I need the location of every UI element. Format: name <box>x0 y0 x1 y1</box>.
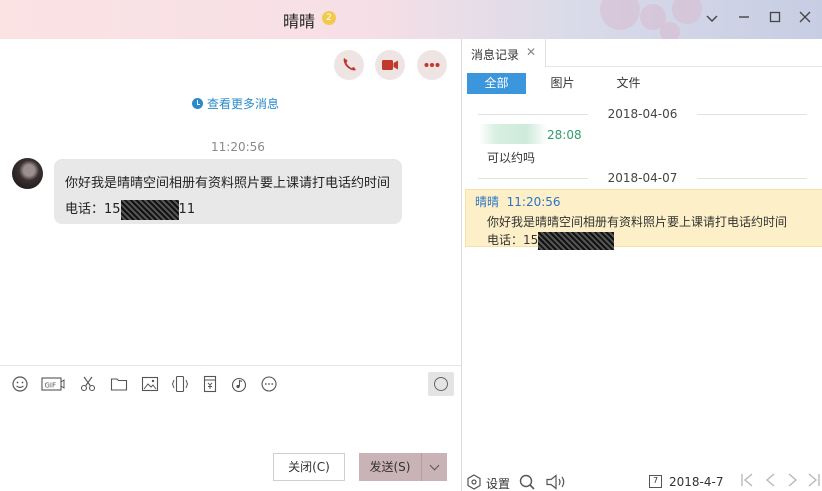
image-icon[interactable] <box>141 375 159 393</box>
input-toolbar: GIF <box>0 365 461 401</box>
view-more-messages-link[interactable]: 查看更多消息 <box>192 95 279 112</box>
phone-icon <box>343 58 356 71</box>
message-text-line1: 你好我是晴晴空间相册有资料照片要上课请打电话约时间 <box>65 176 391 191</box>
tab-message-history-label: 消息记录 <box>471 48 520 62</box>
window-title: 晴晴 <box>283 12 316 31</box>
svg-text:GIF: GIF <box>45 382 57 390</box>
filter-images[interactable]: 图片 <box>533 73 592 94</box>
speaker-icon[interactable] <box>545 474 567 491</box>
chevron-down-icon[interactable] <box>699 6 725 32</box>
calendar-icon[interactable]: 7 <box>649 475 662 488</box>
current-date: 2018-4-7 <box>669 475 724 489</box>
folder-icon[interactable] <box>110 375 128 393</box>
close-button[interactable]: 关闭(C) <box>273 453 345 481</box>
redacted-phone <box>538 231 615 250</box>
settings-label[interactable]: 设置 <box>486 475 510 491</box>
send-button[interactable]: 发送(S) <box>359 453 421 481</box>
send-options-dropdown[interactable] <box>421 453 447 481</box>
level-badge: 2 <box>322 11 336 25</box>
clock-icon[interactable] <box>428 372 454 396</box>
more-button[interactable] <box>417 50 447 80</box>
chat-panel: 查看更多消息 11:20:56 你好我是晴晴空间相册有资料照片要上课请打电话约时… <box>0 39 461 491</box>
previous-page-icon[interactable] <box>764 472 776 491</box>
message-bubble: 你好我是晴晴空间相册有资料照片要上课请打电话约时间 电话：15 11 <box>54 159 402 224</box>
blossom-decoration <box>660 22 680 39</box>
red-packet-icon[interactable] <box>201 375 219 393</box>
history-message-phone: 电话：15 <box>487 231 615 250</box>
avatar[interactable] <box>12 158 43 189</box>
music-icon[interactable] <box>230 375 248 393</box>
clock-icon <box>192 98 203 109</box>
message-timestamp: 11:20:56 <box>211 140 265 154</box>
history-panel: 消息记录 ✕ 全部 图片 文件 2018-04-06 28:08 可以约吗 20… <box>461 39 822 491</box>
settings-gear-icon[interactable] <box>466 474 482 491</box>
search-icon[interactable] <box>519 474 535 491</box>
shake-icon[interactable] <box>171 375 189 393</box>
more-circle-icon[interactable] <box>260 375 278 393</box>
voice-call-button[interactable] <box>334 50 364 80</box>
history-message-text: 可以约吗 <box>487 151 536 165</box>
history-message-time: 28:08 <box>547 128 582 142</box>
video-call-button[interactable] <box>375 50 405 80</box>
view-more-label: 查看更多消息 <box>207 97 280 111</box>
tab-divider <box>546 66 822 67</box>
video-icon <box>382 60 398 70</box>
filter-all[interactable]: 全部 <box>467 73 526 94</box>
tab-close-icon[interactable]: ✕ <box>526 45 536 59</box>
next-page-icon[interactable] <box>787 472 799 491</box>
more-icon <box>424 63 440 67</box>
title-bar: 晴晴 2 <box>0 0 822 39</box>
blossom-decoration <box>600 0 640 30</box>
message-text-line2: 电话：15 11 <box>65 197 391 223</box>
minimize-icon[interactable] <box>731 6 757 32</box>
emoji-icon[interactable] <box>11 375 29 393</box>
history-message-header: 晴晴 11:20:56 <box>475 195 561 209</box>
date-separator: 2018-04-07 <box>468 171 817 185</box>
tab-message-history[interactable]: 消息记录 ✕ <box>462 39 546 67</box>
history-message-text: 你好我是晴晴空间相册有资料照片要上课请打电话约时间 <box>487 215 788 229</box>
gif-icon[interactable]: GIF <box>41 375 65 393</box>
redacted-phone <box>120 199 179 220</box>
filter-files[interactable]: 文件 <box>599 73 658 94</box>
blossom-decoration <box>672 0 702 24</box>
redacted-sender <box>479 124 547 144</box>
close-icon[interactable] <box>792 6 818 32</box>
last-page-icon[interactable] <box>807 472 821 491</box>
scissors-icon[interactable] <box>79 375 97 393</box>
first-page-icon[interactable] <box>740 472 754 491</box>
date-separator: 2018-04-06 <box>468 107 817 121</box>
maximize-icon[interactable] <box>762 6 788 32</box>
